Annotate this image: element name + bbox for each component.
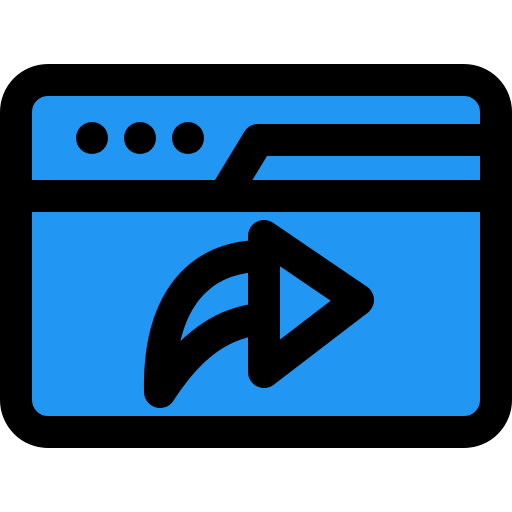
browser-window-share-icon (0, 64, 512, 448)
icon-group (0, 64, 512, 448)
window-dot-3-icon (172, 122, 204, 154)
icon-canvas (0, 0, 512, 512)
window-dot-1-icon (76, 122, 108, 154)
window-dot-2-icon (124, 122, 156, 154)
